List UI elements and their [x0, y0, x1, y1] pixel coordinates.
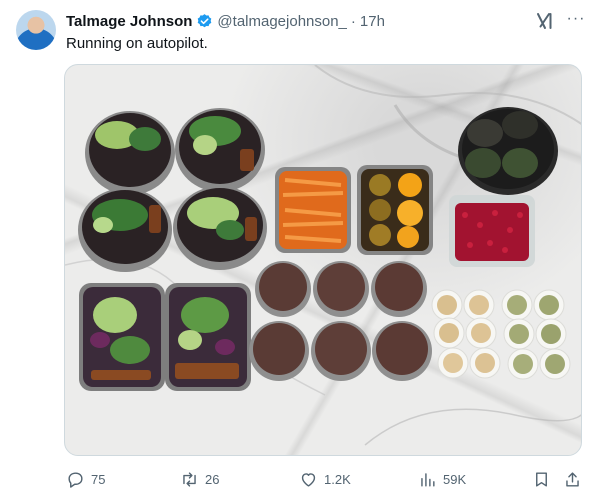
separator-dot: · [350, 12, 356, 30]
meal-prep-photo [65, 65, 581, 446]
reply-button[interactable]: 75 [66, 468, 105, 490]
like-button[interactable]: 1.2K [299, 468, 351, 490]
repost-icon [183, 471, 196, 487]
repost-count: 26 [205, 471, 220, 487]
tweet[interactable]: Talmage Johnson @talmagejohnson_ · 17h ·… [0, 0, 600, 498]
grok-icon[interactable] [535, 11, 555, 31]
verified-badge-icon [198, 13, 212, 27]
views-icon [421, 472, 435, 487]
heart-icon [301, 472, 316, 487]
bookmark-icon [536, 471, 547, 487]
views-button[interactable]: 59K [418, 468, 466, 490]
author-name[interactable]: Talmage Johnson [66, 13, 192, 30]
share-button[interactable] [563, 468, 582, 490]
timestamp[interactable]: 17h [360, 13, 385, 30]
tweet-image[interactable] [64, 64, 582, 456]
author-handle[interactable]: @talmagejohnson_ [217, 13, 346, 30]
more-icon[interactable]: ··· [566, 10, 586, 30]
tweet-header: Talmage Johnson @talmagejohnson_ · 17h [66, 11, 385, 31]
tweet-text: Running on autopilot. [66, 35, 208, 52]
bookmark-button[interactable] [532, 468, 551, 490]
action-bar: 75 26 1.2K 59K [66, 468, 586, 490]
like-count: 1.2K [324, 471, 351, 487]
share-icon [566, 471, 579, 487]
reply-icon [68, 471, 83, 488]
repost-button[interactable]: 26 [180, 468, 219, 490]
avatar[interactable] [16, 10, 56, 50]
reply-count: 75 [91, 471, 106, 487]
view-count: 59K [443, 471, 467, 487]
